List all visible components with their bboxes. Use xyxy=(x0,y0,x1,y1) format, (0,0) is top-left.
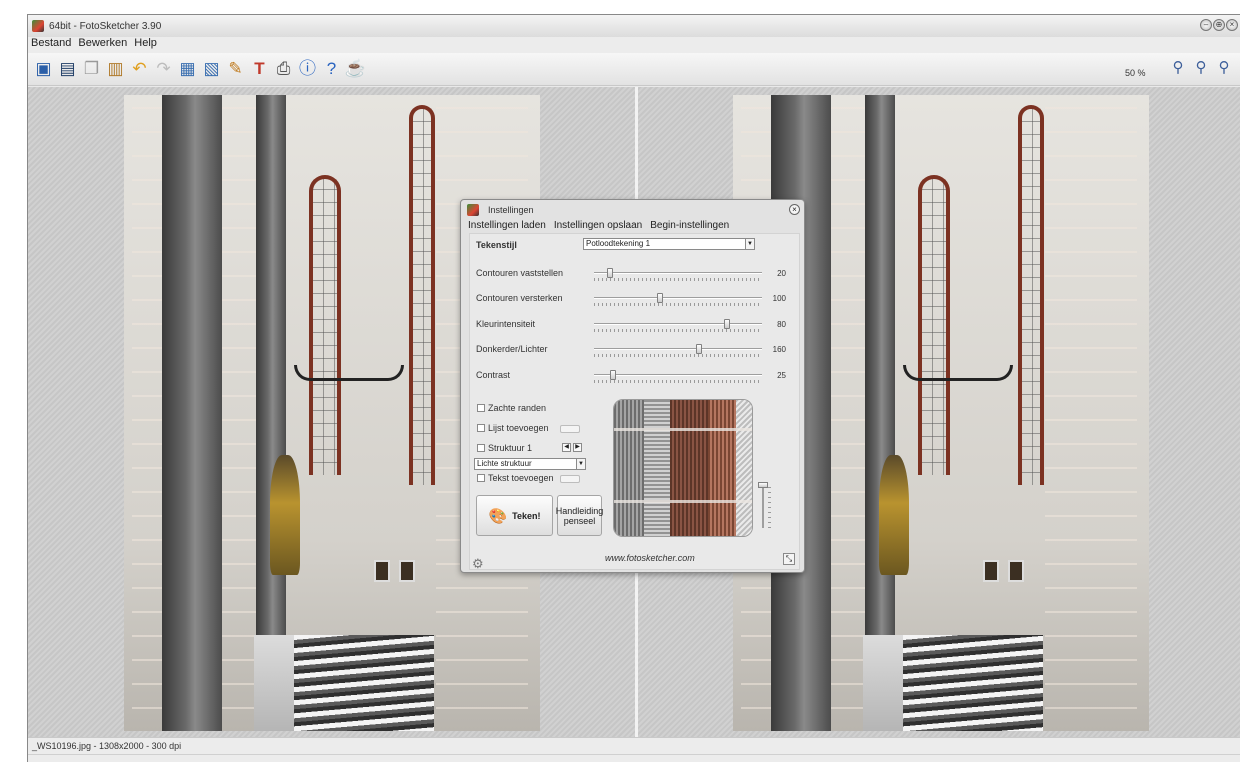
slider-thumb[interactable] xyxy=(696,344,703,354)
window-controls: – ⊕ × xyxy=(1200,19,1238,31)
slider-label: Contouren vaststellen xyxy=(476,268,564,278)
slider-ticks xyxy=(594,329,762,332)
window-title: 64bit - FotoSketcher 3.90 xyxy=(49,20,162,32)
dialog-title: Instellingen xyxy=(488,205,534,215)
file-info: _WS10196.jpg - 1308x2000 - 300 dpi xyxy=(32,741,182,751)
chevron-down-icon: ▼ xyxy=(576,459,585,469)
texture-next-button[interactable]: ▶ xyxy=(573,443,582,452)
gears-icon[interactable]: ⚙ xyxy=(472,556,484,572)
image-left-icon[interactable]: ▦ xyxy=(177,57,198,79)
redo-icon[interactable]: ↷ xyxy=(153,57,174,79)
style-select-value: Potloodtekening 1 xyxy=(586,239,651,248)
add-frame-checkbox[interactable] xyxy=(477,424,485,432)
soft-edges-checkbox[interactable] xyxy=(477,404,485,412)
slider-thumb[interactable] xyxy=(657,293,664,303)
slider-label: Donkerder/Lichter xyxy=(476,344,548,354)
slider-track[interactable] xyxy=(594,374,762,376)
title-bar: 64bit - FotoSketcher 3.90 – ⊕ × xyxy=(28,15,1240,37)
coffee-icon[interactable]: ☕ xyxy=(345,57,366,79)
texture-prev-button[interactable]: ◀ xyxy=(562,443,571,452)
slider-track[interactable] xyxy=(594,297,762,299)
frame-settings-button[interactable] xyxy=(560,425,580,433)
slider-ticks xyxy=(594,380,762,383)
brush-manual-button[interactable]: Handleiding penseel xyxy=(555,495,604,536)
dialog-logo-icon xyxy=(467,204,479,216)
slider-value: 100 xyxy=(772,294,786,303)
save-icon[interactable]: ▤ xyxy=(57,57,78,79)
zoom-level: 50 % xyxy=(1125,68,1146,78)
slider-ticks xyxy=(594,303,762,306)
dialog-body: Tekenstijl Potloodtekening 1 ▼ Contouren… xyxy=(469,233,800,572)
slider-value: 80 xyxy=(777,320,786,329)
texture-label: Struktuur 1 xyxy=(488,443,533,453)
add-text-label: Tekst toevoegen xyxy=(488,473,554,483)
texture-type-select[interactable]: Lichte struktuur ▼ xyxy=(474,458,586,470)
app-logo-icon xyxy=(32,20,44,32)
maximize-button[interactable]: ⊕ xyxy=(1213,19,1225,31)
preview-zoom-track[interactable] xyxy=(762,484,764,528)
zoom-fit-icon[interactable]: ⚲ xyxy=(1191,58,1211,82)
draw-button[interactable]: 🎨 Teken! xyxy=(476,495,553,536)
close-button[interactable]: × xyxy=(1226,19,1238,31)
palette-icon[interactable]: ✎ xyxy=(225,57,246,79)
paste-icon[interactable]: ▥ xyxy=(105,57,126,79)
style-select[interactable]: Potloodtekening 1 ▼ xyxy=(583,238,755,250)
copy-icon[interactable]: ❐ xyxy=(81,57,102,79)
slider-label: Kleurintensiteit xyxy=(476,319,536,329)
slider-label: Contouren versterken xyxy=(476,293,563,303)
slider-track[interactable] xyxy=(594,272,762,274)
preview-zoom-ticks xyxy=(768,486,771,528)
open-image-icon[interactable]: ▣ xyxy=(33,57,54,79)
dialog-menu: Instellingen laden Instellingen opslaan … xyxy=(468,220,729,231)
menu-bestand[interactable]: Bestand xyxy=(31,37,71,53)
status-bar: _WS10196.jpg - 1308x2000 - 300 dpi xyxy=(28,737,1240,762)
undo-icon[interactable]: ↶ xyxy=(129,57,150,79)
slider-track[interactable] xyxy=(594,323,762,325)
slider-value: 160 xyxy=(772,345,786,354)
website-link[interactable]: www.fotosketcher.com xyxy=(605,553,695,563)
draw-button-label: Teken! xyxy=(512,510,541,521)
slider-ticks xyxy=(594,354,762,357)
menu-bewerken[interactable]: Bewerken xyxy=(78,37,127,53)
soft-edges-label: Zachte randen xyxy=(488,403,547,413)
slider-value: 20 xyxy=(777,269,786,278)
slider-value: 25 xyxy=(777,371,786,380)
expand-icon[interactable]: ⤡ xyxy=(783,553,795,565)
menu-load-settings[interactable]: Instellingen laden xyxy=(468,220,546,231)
dialog-title-bar: Instellingen xyxy=(467,204,534,216)
slider-thumb[interactable] xyxy=(606,268,613,278)
menu-default-settings[interactable]: Begin-instellingen xyxy=(650,220,729,231)
chevron-down-icon: ▼ xyxy=(745,239,754,249)
status-divider xyxy=(28,754,1240,755)
texture-type-value: Lichte struktuur xyxy=(477,459,532,468)
menu-bar: Bestand Bewerken Help xyxy=(28,37,1240,53)
dialog-close-icon[interactable]: × xyxy=(789,204,800,215)
slider-thumb[interactable] xyxy=(723,319,730,329)
slider-ticks xyxy=(594,278,762,281)
slider-track[interactable] xyxy=(594,348,762,350)
add-frame-label: Lijst toevoegen xyxy=(488,423,549,433)
slider-label: Contrast xyxy=(476,370,511,380)
text-icon[interactable]: T xyxy=(249,57,270,79)
palette-icon: 🎨 xyxy=(488,507,508,525)
style-label: Tekenstijl xyxy=(476,240,517,250)
texture-preview[interactable] xyxy=(613,399,753,537)
zoom-in-icon[interactable]: ⚲ xyxy=(1168,58,1188,82)
text-settings-button[interactable] xyxy=(560,475,580,483)
add-text-checkbox[interactable] xyxy=(477,474,485,482)
zoom-out-icon[interactable]: ⚲ xyxy=(1214,58,1234,82)
preview-zoom-thumb[interactable] xyxy=(758,482,768,488)
menu-help[interactable]: Help xyxy=(134,37,157,53)
slider-thumb[interactable] xyxy=(610,370,617,380)
menu-save-settings[interactable]: Instellingen opslaan xyxy=(554,220,642,231)
help-icon[interactable]: ? xyxy=(321,57,342,79)
minimize-button[interactable]: – xyxy=(1200,19,1212,31)
brush-manual-label: Handleiding penseel xyxy=(555,505,604,526)
settings-dialog: Instellingen × Instellingen laden Instel… xyxy=(460,199,805,573)
toolbar: ▣ ▤ ❐ ▥ ↶ ↷ ▦ ▧ ✎ T ⎙ ⓘ ? ☕ 50 % ⚲ ⚲ ⚲ xyxy=(28,53,1240,86)
info-icon[interactable]: ⓘ xyxy=(297,57,318,79)
texture-checkbox[interactable] xyxy=(477,444,485,452)
print-icon[interactable]: ⎙ xyxy=(273,57,294,79)
image-right-icon[interactable]: ▧ xyxy=(201,57,222,79)
